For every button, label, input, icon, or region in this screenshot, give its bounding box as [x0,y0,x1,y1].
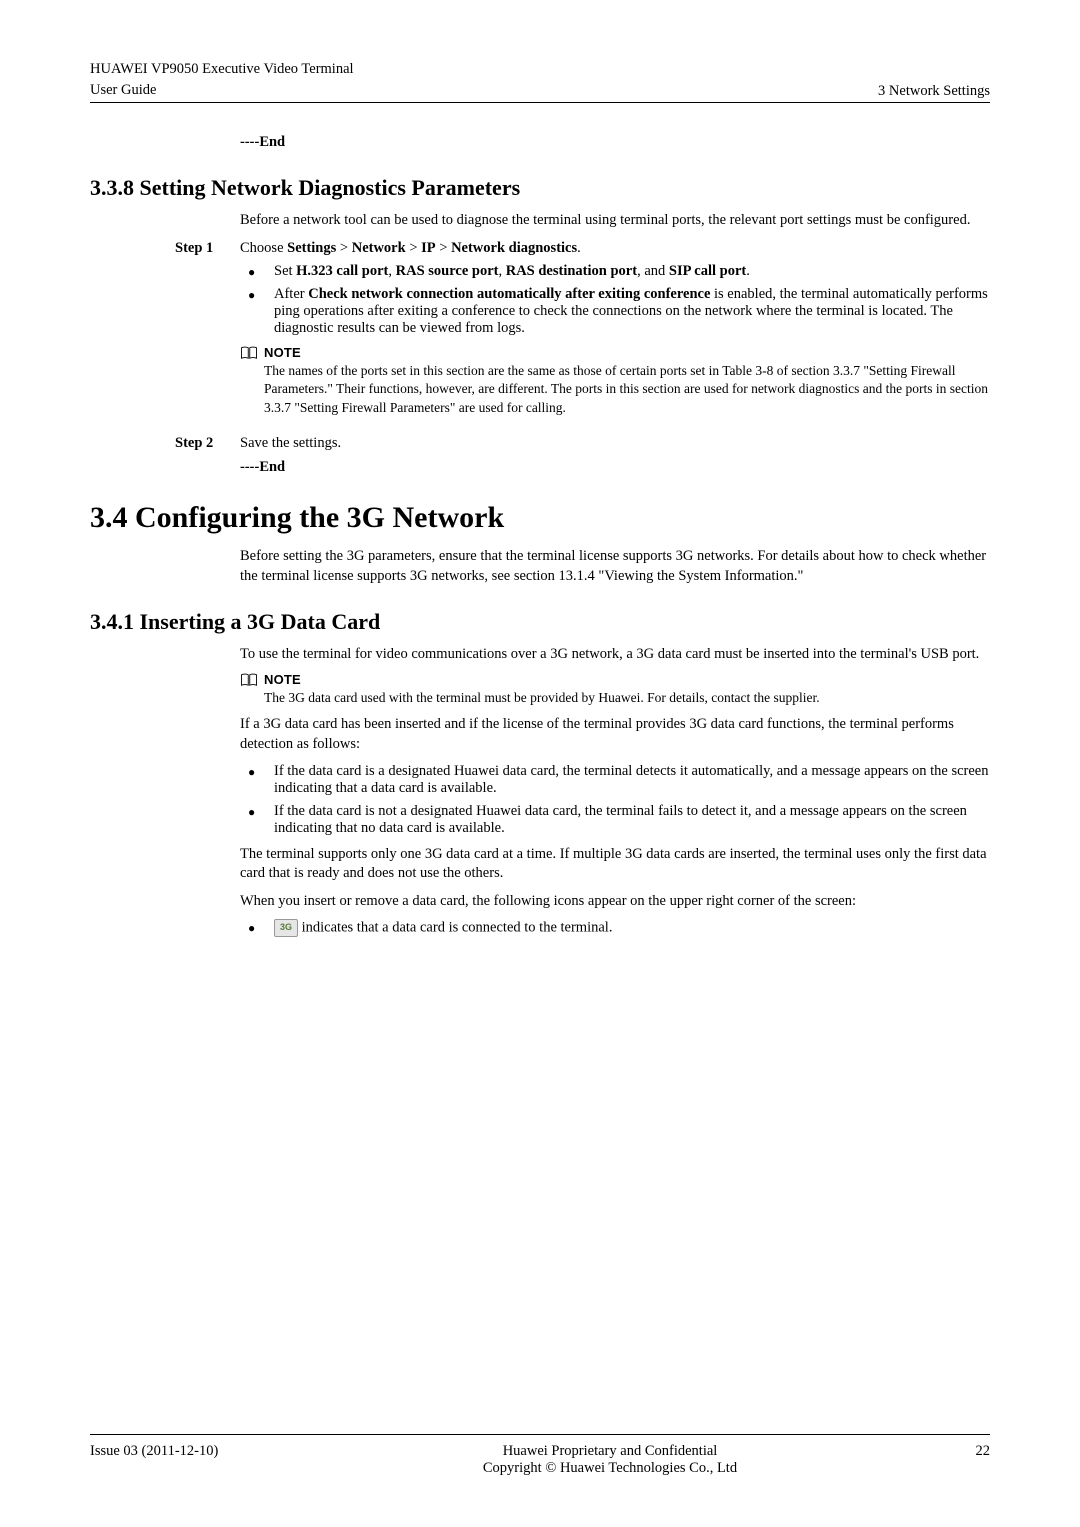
step-2-row: Step 2 Save the settings. [175,435,990,452]
header-chapter: 3 Network Settings [878,83,990,100]
step1-end: . [577,240,581,256]
intro-34: Before setting the 3G parameters, ensure… [240,547,990,586]
footer-page: 22 [950,1443,990,1460]
book-icon [240,346,258,360]
header-doc: User Guide [90,81,354,101]
three-g-icon: 3G [274,919,298,937]
list-item: 3G indicates that a data card is connect… [240,919,990,937]
step-2-label: Step 2 [175,435,240,452]
step1-diag: Network diagnostics [451,240,577,256]
step-1-label: Step 1 [175,240,240,257]
note-label: NOTE [264,345,301,360]
end-marker-338: ----End [240,458,990,478]
intro-338: Before a network tool can be used to dia… [240,211,990,231]
b1-ras-src: RAS source port [396,263,499,279]
note-text-341: The 3G data card used with the terminal … [264,689,990,707]
heading-3-4-1: 3.4.1 Inserting a 3G Data Card [90,609,990,635]
b1i: . [746,263,750,279]
note-row-341: NOTE [240,672,990,687]
list-item: After Check network connection automatic… [240,286,990,337]
b1g: , and [637,263,669,279]
b1a: Set [274,263,296,279]
step-1-row: Step 1 Choose Settings > Network > IP > … [175,240,990,425]
p3-341: The terminal supports only one 3G data c… [240,845,990,884]
gt1: > [336,240,351,256]
note-row-338: NOTE [240,345,990,360]
b1-h323: H.323 call port [296,263,388,279]
page-header: HUAWEI VP9050 Executive Video Terminal U… [90,60,990,103]
header-left: HUAWEI VP9050 Executive Video Terminal U… [90,60,354,100]
footer-center: Huawei Proprietary and Confidential Copy… [270,1443,950,1477]
heading-3-4: 3.4 Configuring the 3G Network [90,501,990,535]
step-1-body: Choose Settings > Network > IP > Network… [240,240,990,425]
b1-ras-dst: RAS destination port [506,263,637,279]
p4-341: When you insert or remove a data card, t… [240,892,990,912]
b2-check: Check network connection automatically a… [308,286,710,302]
list-item: Set H.323 call port, RAS source port, RA… [240,263,990,280]
footer-issue: Issue 03 (2011-12-10) [90,1443,270,1460]
b1c: , [388,263,395,279]
step1-bullets: Set H.323 call port, RAS source port, RA… [240,263,990,337]
gt3: > [436,240,451,256]
icon-text: indicates that a data card is connected … [298,920,612,936]
b1e: , [498,263,505,279]
list-item: If the data card is not a designated Hua… [240,803,990,837]
step1-ip: IP [421,240,436,256]
footer-line2: Copyright © Huawei Technologies Co., Ltd [270,1460,950,1477]
step1-prefix: Choose [240,240,287,256]
footer-line1: Huawei Proprietary and Confidential [270,1443,950,1460]
note-text-338: The names of the ports set in this secti… [264,362,990,417]
step1-settings: Settings [287,240,336,256]
bullets-341: If the data card is a designated Huawei … [240,763,990,837]
step1-network: Network [352,240,406,256]
b2a: After [274,286,308,302]
step-2-body: Save the settings. [240,435,990,452]
gt2: > [406,240,421,256]
b1-sip: SIP call port [669,263,746,279]
list-item: If the data card is a designated Huawei … [240,763,990,797]
book-icon [240,673,258,687]
header-product: HUAWEI VP9050 Executive Video Terminal [90,60,354,81]
note-label: NOTE [264,672,301,687]
heading-3-3-8: 3.3.8 Setting Network Diagnostics Parame… [90,175,990,201]
end-marker: ----End [240,133,990,153]
p2-341: If a 3G data card has been inserted and … [240,715,990,754]
page-footer: Issue 03 (2011-12-10) Huawei Proprietary… [90,1434,990,1477]
p1-341: To use the terminal for video communicat… [240,645,990,665]
icon-bullets: 3G indicates that a data card is connect… [240,919,990,937]
